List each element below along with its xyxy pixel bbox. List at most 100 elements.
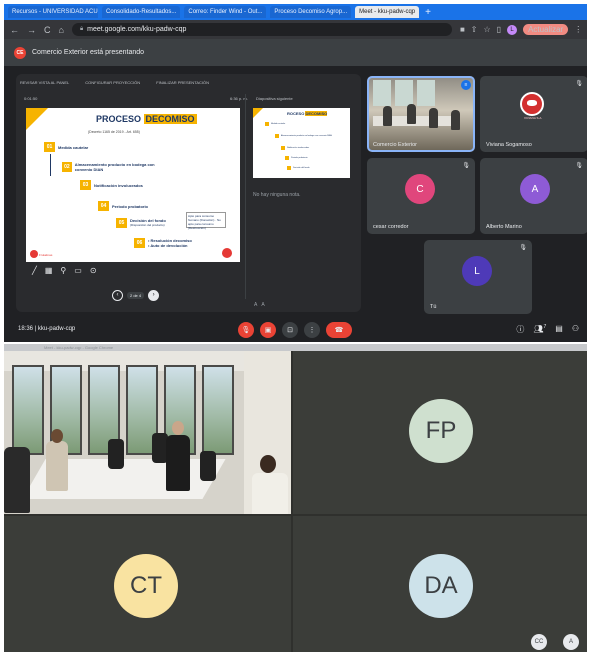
call-control-bar: 18:36 | kku-padw-cqp 🎙︎ ▣ ⊡ ⋮ ☎︎ ⓘ 👥︎7 ▤… (4, 320, 587, 342)
slide-navigation: ‹ 2 de 4 › (112, 290, 160, 301)
next-slide-thumbnail[interactable]: ROCESO DECOMISO Medida cautelar Almacena… (253, 108, 350, 178)
presenting-text: Comercio Exterior está presentando (32, 49, 145, 56)
presenter-toolbar-item[interactable]: REVISAR VISTA AL PANEL (20, 80, 69, 90)
mini-step-marker (285, 156, 289, 160)
browser-right-icons: ■ ⇧ ☆ ▯ L Actualizar ⋮ (460, 24, 582, 35)
end-call-button[interactable]: ☎︎ (326, 322, 352, 338)
self-participant-tile[interactable]: 🎙︎ L Tú (424, 240, 532, 314)
connector-line (50, 154, 51, 176)
mini-step-text: Notificación involucrados (287, 147, 310, 149)
elapsed-time: 0:01:50 (24, 96, 38, 101)
more-options-icon[interactable]: ⊙ (90, 266, 97, 275)
address-bar-url: meet.google.com/kku-padw-cqp (87, 26, 187, 33)
next-slide-button[interactable]: › (148, 290, 160, 301)
meeting-time: 18:36 (18, 326, 34, 332)
grid-icon[interactable]: ▦ (45, 266, 53, 275)
forward-icon[interactable]: → (27, 25, 36, 35)
browser-tab[interactable]: Proceso Decomiso Agrop... (270, 6, 352, 18)
presenter-toolbar-item[interactable]: FINALIZAR PRESENTACIÓN (156, 80, 209, 90)
person-woman (46, 441, 68, 491)
new-tab-icon[interactable]: + (425, 7, 431, 18)
profile-avatar[interactable]: L (507, 24, 518, 35)
slide-corner-accent (26, 108, 48, 130)
back-icon[interactable]: ← (10, 25, 19, 35)
participant-tile[interactable]: 🎙︎ VIVIANA S.A. Viviana Sogamoso (480, 76, 587, 152)
meeting-info-separator: | (34, 326, 37, 332)
previous-slide-button[interactable]: ‹ (112, 290, 123, 301)
participant-name: Alberto Marino (486, 224, 522, 230)
slide-step: 02 Almacenamiento producto en bodega con… (62, 162, 172, 172)
presenter-toolbar: REVISAR VISTA AL PANEL CONFIGURAR PROYEC… (20, 80, 350, 90)
presenter-toolbar-item[interactable]: CONFIGURAR PROYECCIÓN (85, 80, 140, 90)
mini-step-marker (287, 166, 291, 170)
subtitles-icon[interactable]: ▭ (74, 266, 82, 275)
home-icon[interactable]: ⌂ (59, 25, 64, 35)
browser-tab-active[interactable]: Meet - kku-padw-cqp (355, 6, 420, 18)
font-decrease-icon[interactable]: A (254, 302, 257, 308)
info-icon[interactable]: ⓘ (516, 324, 524, 335)
participant-logo-text: VIVIANA S.A. (524, 116, 543, 120)
mic-off-button[interactable]: 🎙︎ (238, 322, 254, 338)
mic-muted-icon: 🎙︎ (519, 245, 527, 251)
current-slide: PROCESO DECOMISO (Decreto 1165 de 2019 -… (26, 108, 240, 262)
chat-icon[interactable]: ▤ (555, 324, 563, 335)
person-head (51, 429, 63, 443)
frutalmas-logo (30, 250, 38, 258)
next-slide-title-text: ROCESO (287, 111, 306, 116)
slide-title: PROCESO DECOMISO (96, 114, 197, 124)
font-increase-icon[interactable]: A (261, 302, 264, 308)
participant-avatar: C (405, 174, 435, 204)
browser-tab[interactable]: Correo: Finder Wind - Out... (184, 6, 267, 18)
update-button[interactable]: Actualizar (523, 24, 569, 35)
person-head (260, 455, 276, 473)
audio-level-icon: ≡ (461, 80, 471, 90)
people-icon[interactable]: 👥︎7 (533, 324, 546, 335)
notes-font-controls: A A (254, 302, 265, 308)
person-head (172, 421, 184, 435)
mini-step-text: Almacenamiento producto en bodega con co… (281, 135, 332, 137)
participant-tile-ct[interactable]: CT (4, 516, 291, 652)
people-count-badge: 7 (543, 324, 547, 330)
participant-tile-fp[interactable]: FP (293, 351, 587, 514)
participant-tile-da[interactable]: DA (293, 516, 587, 652)
mini-step-marker (275, 134, 279, 138)
present-button[interactable]: ⊡ (282, 322, 298, 338)
address-bar[interactable]: 🔒︎ meet.google.com/kku-padw-cqp (71, 23, 452, 36)
sidebar-icon[interactable]: ▯ (497, 25, 501, 34)
star-icon[interactable]: ☆ (483, 25, 490, 34)
slide-step: 06 • Resolución decomiso • Auto de devol… (134, 238, 192, 248)
step-number: 01 (44, 142, 55, 152)
presenting-banner: CE Comercio Exterior está presentando (4, 39, 587, 66)
meeting-code: kku-padw-cqp (37, 326, 76, 332)
more-icon[interactable]: ⋮ (574, 25, 582, 34)
participant-logo (520, 92, 544, 116)
participant-tile[interactable]: ≡ Comercio Exterior (367, 76, 475, 152)
step-text-group: Decisión del fondo (Disposición del prod… (130, 218, 166, 228)
pen-icon[interactable]: ╱ (32, 266, 37, 275)
browser-tab[interactable]: Recursos - UNIVERSIDAD ACU... (8, 6, 98, 18)
zoom-icon[interactable]: ⚲ (60, 266, 66, 275)
more-options-button[interactable]: ⋮ (304, 322, 320, 338)
cropped-title-strip: Meet - kku-padw-cqp - Google Chrome (4, 344, 587, 351)
mini-step-marker (281, 146, 285, 150)
step-note: (Disposición del producto) (130, 223, 165, 227)
step-number: 04 (98, 201, 109, 211)
participant-chip[interactable]: A (563, 634, 579, 650)
participant-chip[interactable]: CC (531, 634, 547, 650)
camera-off-button[interactable]: ▣ (260, 322, 276, 338)
participant-tile[interactable]: 🎙︎ C cesar corredor (367, 158, 475, 234)
participant-avatar: FP (409, 399, 473, 463)
mini-step-marker (265, 122, 269, 126)
reload-icon[interactable]: C (44, 25, 51, 35)
speaking-indicator-border (367, 76, 475, 152)
frutalmas-logo-text: Frutalmas (39, 253, 53, 257)
browser-tab[interactable]: Consolidado-Resultados... (102, 6, 181, 18)
activities-icon[interactable]: ⚇ (572, 324, 579, 335)
camera-icon[interactable]: ■ (460, 25, 465, 34)
next-slide-label: Diapositiva siguiente (256, 96, 293, 101)
conference-room-video[interactable] (4, 351, 291, 514)
share-icon[interactable]: ⇧ (471, 25, 478, 34)
participant-tile[interactable]: 🎙︎ A Alberto Marino (480, 158, 587, 234)
next-slide-corner (253, 108, 263, 118)
slide-subtitle: (Decreto 1165 de 2019 - Art. 655) (88, 130, 140, 134)
